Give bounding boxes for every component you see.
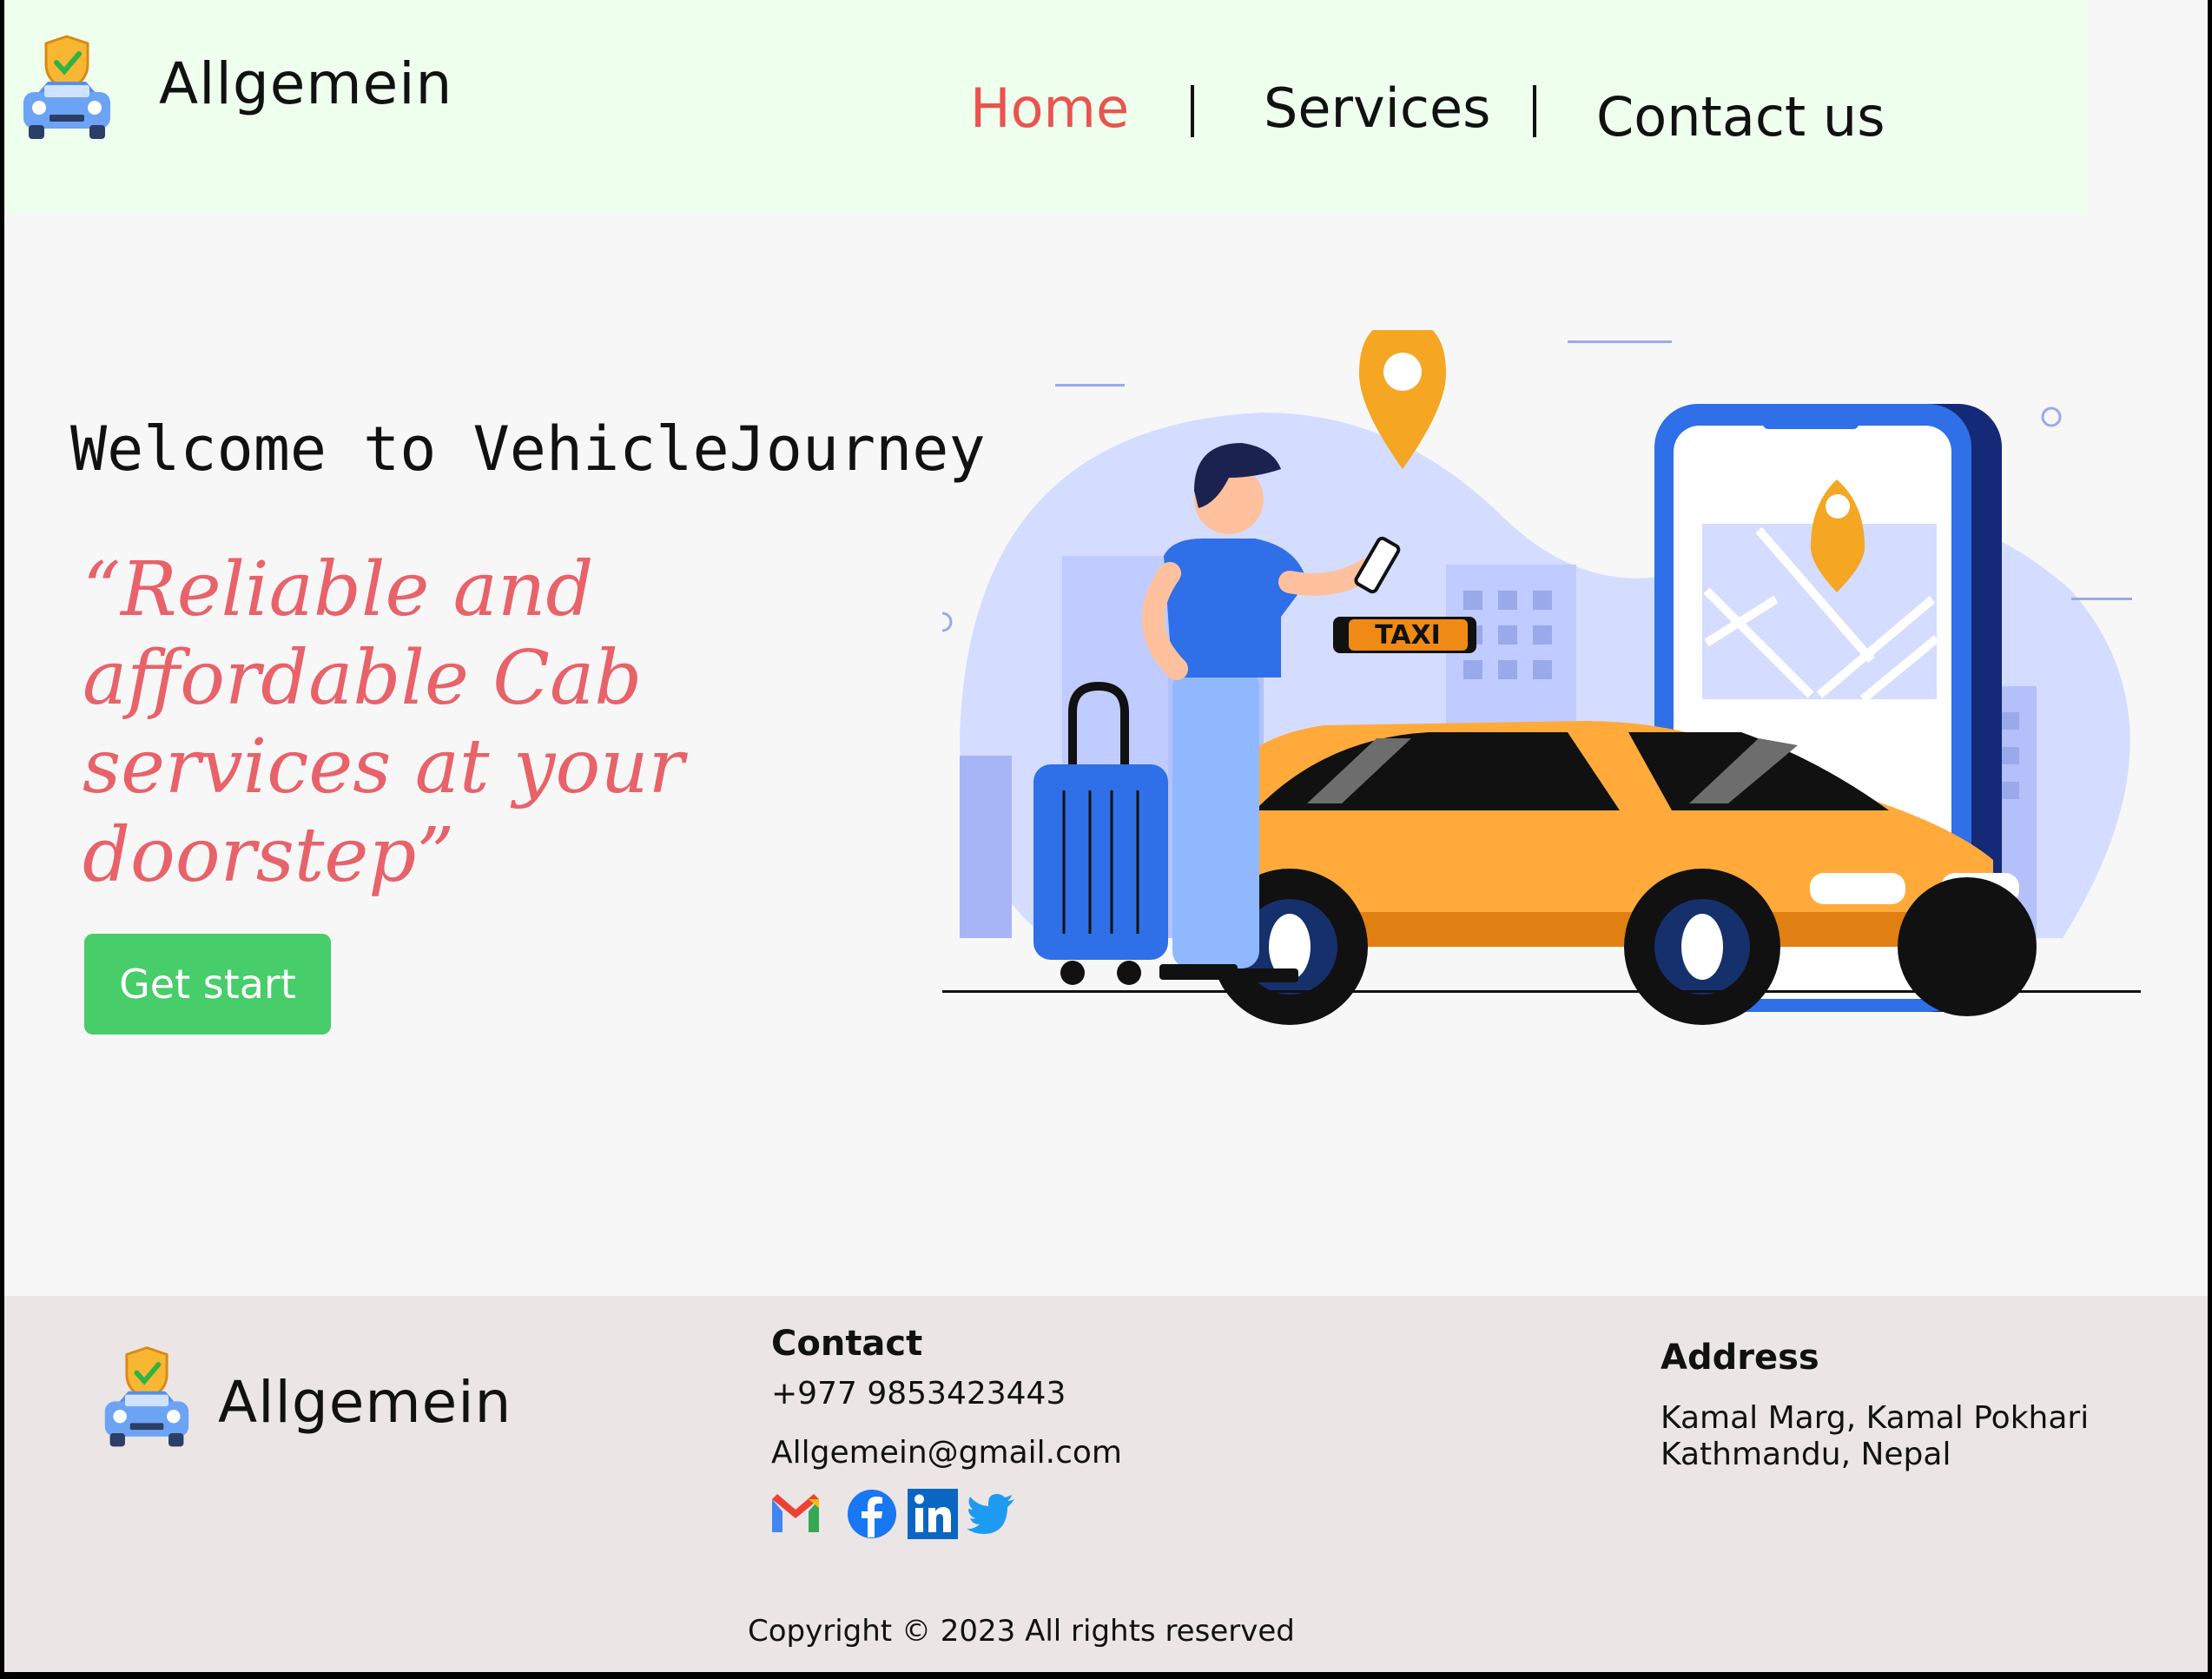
taxi-illustration: TAXI [942, 330, 2141, 1025]
hero-welcome-heading: Welcome to VehicleJourney [70, 413, 986, 485]
car-shield-logo-icon[interactable] [18, 33, 116, 144]
hero-tagline: “Reliable and affordable Cab services at… [83, 546, 684, 899]
gmail-icon[interactable] [769, 1487, 822, 1541]
footer-brand-name: Allgemein [218, 1369, 512, 1436]
nav-separator [1191, 85, 1194, 137]
get-start-button[interactable]: Get start [84, 934, 331, 1035]
page: Allgemein Home Services Contact us Welco… [4, 0, 2208, 1672]
site-header: Allgemein Home Services Contact us [4, 0, 2087, 214]
address-heading: Address [1661, 1338, 1819, 1378]
facebook-icon[interactable] [845, 1487, 899, 1541]
contact-heading: Contact [771, 1324, 923, 1364]
copyright-text: Copyright © 2023 All rights reserved [748, 1614, 1295, 1649]
twitter-icon[interactable] [964, 1487, 1018, 1541]
nav-home[interactable]: Home [970, 76, 1129, 140]
brand-name[interactable]: Allgemein [159, 50, 452, 117]
nav-contact-us[interactable]: Contact us [1596, 85, 1885, 149]
nav-separator [1533, 85, 1536, 137]
linkedin-icon[interactable] [906, 1487, 960, 1541]
site-footer: Allgemein Contact +977 9853423443 Allgem… [4, 1296, 2208, 1672]
address-line-2: Kathmandu, Nepal [1661, 1437, 1951, 1472]
contact-phone: +977 9853423443 [771, 1376, 1066, 1411]
nav-services[interactable]: Services [1264, 76, 1490, 140]
contact-email[interactable]: Allgemein@gmail.com [771, 1435, 1122, 1471]
taxi-sign-label: TAXI [1375, 620, 1441, 651]
address-line-1: Kamal Marg, Kamal Pokhari [1661, 1400, 2090, 1436]
car-shield-logo-icon [104, 1346, 189, 1447]
